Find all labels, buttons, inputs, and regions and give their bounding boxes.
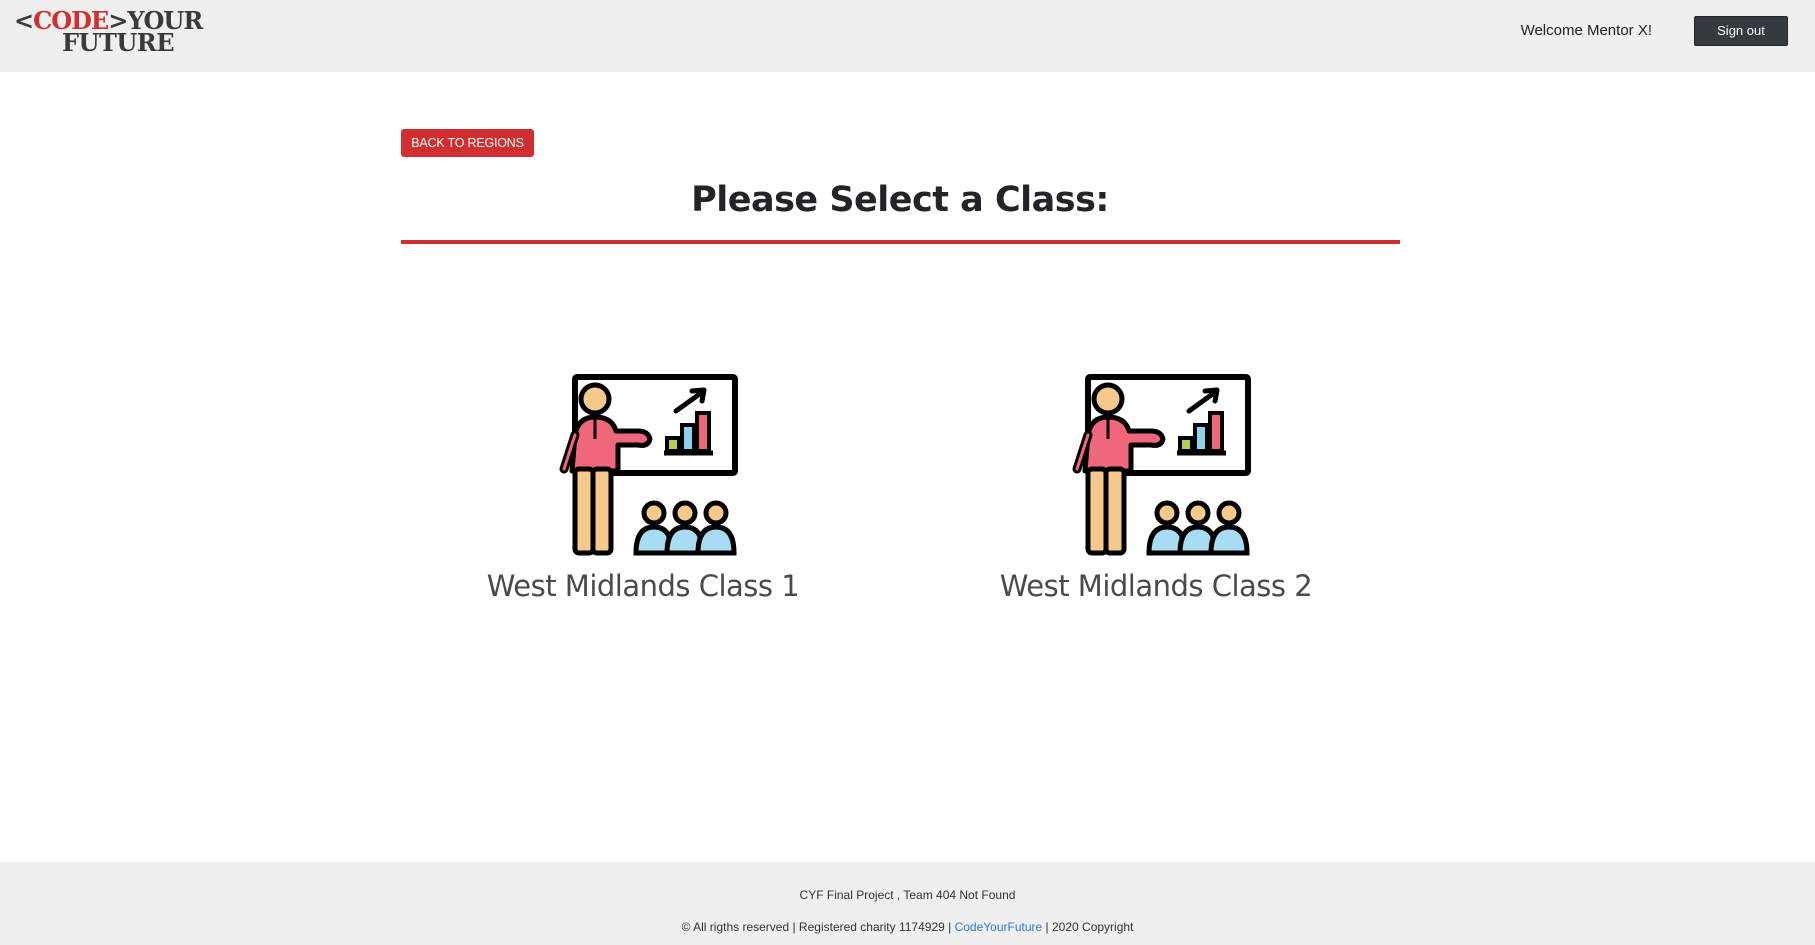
footer-copyright: © All rigths reserved | Registered chari… [681,920,1134,934]
presentation-teacher-icon [559,374,738,556]
footer: CYF Final Project , Team 404 Not Found ©… [0,862,1815,945]
codeyourfuture-link[interactable]: CodeYourFuture [955,920,1043,934]
class-name: West Midlands Class 1 [486,569,800,603]
footer-project-text: CYF Final Project , Team 404 Not Found [799,888,1016,902]
welcome-text: Welcome Mentor X! [1520,22,1652,39]
top-navbar: <CODE>YOUR FUTURE Welcome Mentor X! Sign… [0,0,1815,72]
title-divider [401,240,1400,244]
class-card-1[interactable]: West Midlands Class 1 [473,373,813,613]
class-name: West Midlands Class 2 [999,569,1313,603]
codeyourfuture-logo[interactable]: <CODE>YOUR FUTURE [14,9,203,55]
back-to-regions-button[interactable]: BACK TO REGIONS [401,129,534,157]
sign-out-button[interactable]: Sign out [1694,16,1788,46]
presentation-teacher-icon [1072,374,1251,556]
page-title: Please Select a Class: [691,180,1109,220]
class-card-2[interactable]: West Midlands Class 2 [986,373,1326,613]
